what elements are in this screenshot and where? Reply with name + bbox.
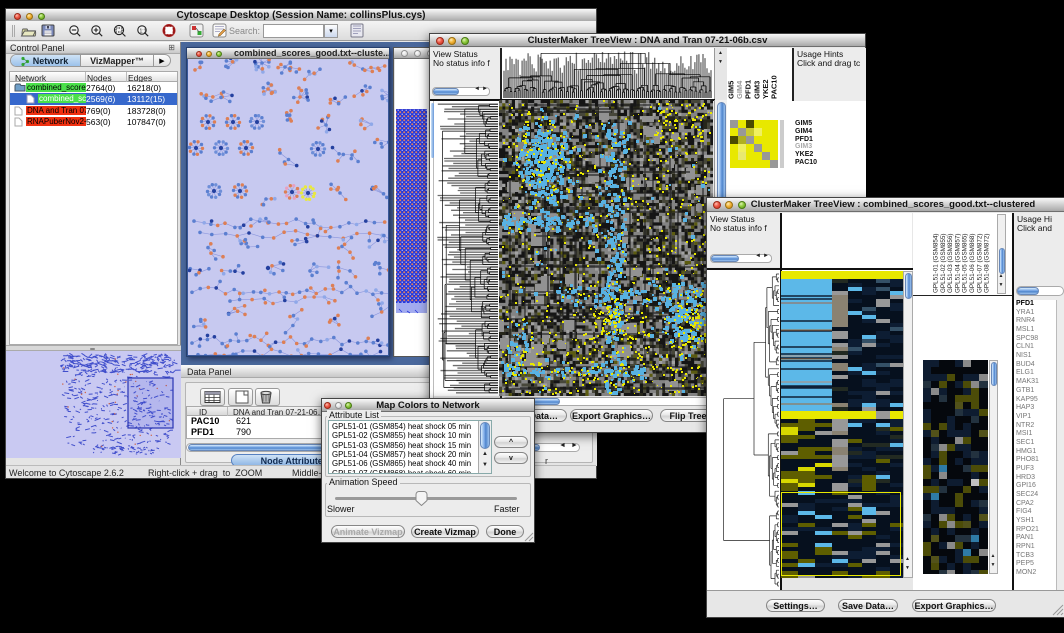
svg-text:GPL51-07 (GSM872): GPL51-07 (GSM872) [976,234,983,294]
svg-text:GPL51-06 (GSM868): GPL51-06 (GSM868) [969,234,976,294]
svg-text:PAC10: PAC10 [770,75,779,99]
svg-text:GPL51-04 (GSM857): GPL51-04 (GSM857) [954,234,961,294]
svg-text:GPL51-05 (GSM865): GPL51-05 (GSM865) [962,234,969,294]
svg-text:GPL51-08 (GSM872): GPL51-08 (GSM872) [984,234,991,294]
svg-text:GPL51-01 (GSM854): GPL51-01 (GSM854) [933,234,940,294]
svg-text:GPL51-03 (GSM856): GPL51-03 (GSM856) [947,234,954,294]
svg-text:1:1: 1:1 [140,29,147,35]
svg-text:GPL51-02 (GSM855): GPL51-02 (GSM855) [940,234,947,294]
